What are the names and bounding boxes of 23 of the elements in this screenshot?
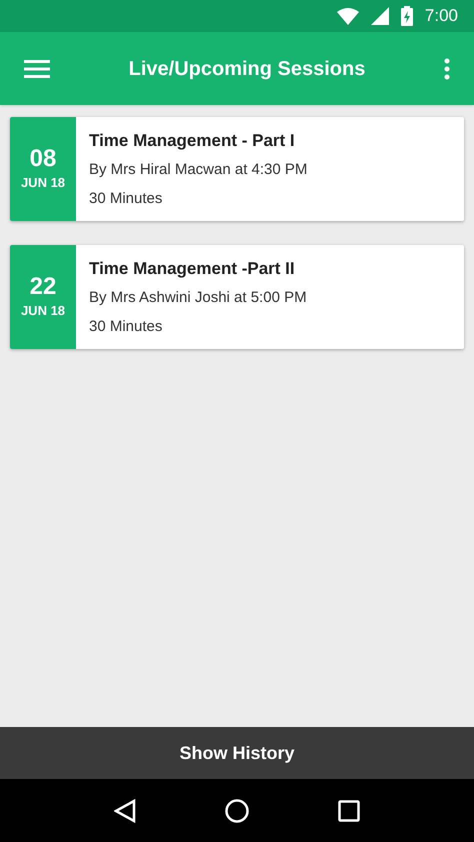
session-presenter: By Mrs Ashwini Joshi at 5:00 PM [89, 288, 307, 308]
screen-title: Live/Upcoming Sessions [128, 56, 366, 82]
recents-icon[interactable] [338, 800, 360, 822]
wifi-icon [336, 8, 359, 24]
session-card[interactable]: 22 JUN 18 Time Management -Part II By Mrs Ashwini Joshi at 5:00 PM 30 Minutes [10, 245, 464, 349]
back-icon[interactable] [114, 798, 136, 822]
battery-icon [400, 6, 413, 26]
menu-icon[interactable] [24, 60, 50, 78]
session-title: Time Management - Part I [89, 130, 296, 152]
date-day: 08 [30, 145, 56, 174]
more-options-icon[interactable] [444, 58, 450, 80]
show-history-button[interactable]: Show History [0, 727, 474, 779]
session-duration: 30 Minutes [89, 316, 164, 337]
signal-icon [370, 7, 389, 25]
session-card[interactable]: 08 JUN 18 Time Management - Part I By Mrs Hiral Macwan at 4:30 PM 30 Minutes [10, 117, 464, 221]
session-presenter: By Mrs Hiral Macwan at 4:30 PM [89, 160, 308, 180]
session-duration: 30 Minutes [89, 188, 164, 209]
session-title: Time Management -Part II [89, 258, 296, 280]
date-day: 22 [30, 273, 56, 302]
date-month: JUN 18 [20, 302, 66, 320]
status-time: 7:00 [424, 5, 458, 28]
home-icon[interactable] [224, 798, 249, 822]
date-month: JUN 18 [20, 174, 66, 192]
